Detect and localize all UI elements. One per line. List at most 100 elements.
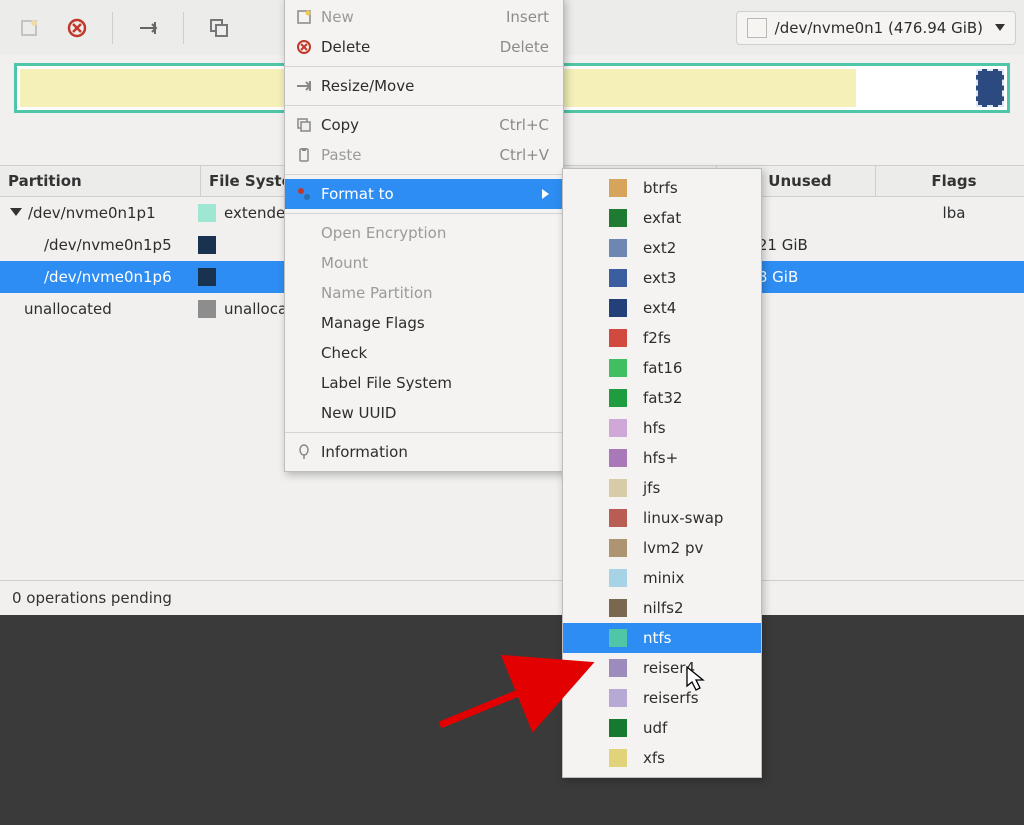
menu-mount: Mount [285,248,563,278]
fs-option-nilfs2[interactable]: nilfs2 [563,593,761,623]
menu-label: Paste [321,146,461,164]
fs-swatch [609,239,627,257]
fs-swatch [609,629,627,647]
fs-label: udf [643,719,667,737]
fs-option-ext3[interactable]: ext3 [563,263,761,293]
menu-label: Check [321,344,549,362]
fs-label: exfat [643,209,681,227]
fs-swatch [198,300,216,318]
header-partition[interactable]: Partition [0,165,201,197]
fs-option-hfs[interactable]: hfs [563,413,761,443]
menu-paste: PasteCtrl+V [285,140,563,170]
menu-label: Name Partition [321,284,549,302]
resize-icon [137,18,159,38]
fs-option-f2fs[interactable]: f2fs [563,323,761,353]
menu-new: NewInsert [285,2,563,32]
menu-delete[interactable]: DeleteDelete [285,32,563,62]
fs-label: minix [643,569,684,587]
format-to-submenu: btrfs exfat ext2 ext3 ext4 f2fs fat16 fat32 hfsh… [562,168,762,778]
menu-resize-move[interactable]: Resize/Move [285,71,563,101]
toolbar-delete-button[interactable] [56,7,98,49]
blank-icon [295,224,313,242]
fs-label: btrfs [643,179,678,197]
fs-label: ext2 [643,239,676,257]
fs-label: reiser4 [643,659,695,677]
fs-label: jfs [643,479,660,497]
fs-swatch [609,569,627,587]
fs-option-udf[interactable]: udf [563,713,761,743]
fs-label: xfs [643,749,665,767]
disk-icon [747,18,767,38]
fs-swatch [609,359,627,377]
fs-label: linux-swap [643,509,723,527]
menu-label: New [321,8,468,26]
partition-name: unallocated [24,300,112,318]
submenu-arrow-icon [542,189,549,199]
fs-option-fat16[interactable]: fat16 [563,353,761,383]
fs-option-fat32[interactable]: fat32 [563,383,761,413]
paste-icon [295,146,313,164]
menu-label: New UUID [321,404,549,422]
device-selector[interactable]: /dev/nvme0n1 (476.94 GiB) [736,11,1016,45]
disk-free-segment [856,69,972,107]
partition-context-menu: NewInsertDeleteDelete Resize/Move CopyCtrl… [284,0,564,472]
menu-information[interactable]: Information [285,437,563,467]
new-icon [295,8,313,26]
fs-option-exfat[interactable]: exfat [563,203,761,233]
fs-label: ntfs [643,629,671,647]
fs-swatch [198,236,216,254]
menu-check[interactable]: Check [285,338,563,368]
menu-new-uuid[interactable]: New UUID [285,398,563,428]
fs-swatch [609,389,627,407]
fs-swatch [609,689,627,707]
resize-icon [295,77,313,95]
fs-option-hfs-[interactable]: hfs+ [563,443,761,473]
fs-label: fat16 [643,359,682,377]
fs-option-xfs[interactable]: xfs [563,743,761,773]
fs-option-ext2[interactable]: ext2 [563,233,761,263]
fs-swatch [609,509,627,527]
menu-open-encryption: Open Encryption [285,218,563,248]
menu-name-partition: Name Partition [285,278,563,308]
fs-swatch [198,268,216,286]
fs-option-reiser4[interactable]: reiser4 [563,653,761,683]
fs-option-reiserfs[interactable]: reiserfs [563,683,761,713]
fs-label: ext4 [643,299,676,317]
blank-icon [295,404,313,422]
fs-label: fat32 [643,389,682,407]
menu-manage-flags[interactable]: Manage Flags [285,308,563,338]
partition-name: /dev/nvme0n1p1 [28,204,156,222]
fs-swatch [609,209,627,227]
menu-label: Manage Flags [321,314,549,332]
toolbar-new-button[interactable] [8,7,50,49]
partition-name: /dev/nvme0n1p5 [44,236,172,254]
toolbar-resize-button[interactable] [127,7,169,49]
delete-icon [66,17,88,39]
info-icon [295,443,313,461]
blank-icon [295,374,313,392]
toolbar-copy-button[interactable] [198,7,240,49]
delete-icon [295,38,313,56]
copy-icon [208,17,230,39]
fs-option-btrfs[interactable]: btrfs [563,173,761,203]
fs-swatch [609,329,627,347]
header-flags[interactable]: Flags [876,165,1024,197]
menu-label: Format to [321,185,534,203]
menu-label: Label File System [321,374,549,392]
fs-option-linux-swap[interactable]: linux-swap [563,503,761,533]
menu-label-file-system[interactable]: Label File System [285,368,563,398]
fs-option-minix[interactable]: minix [563,563,761,593]
fs-option-lvm2-pv[interactable]: lvm2 pv [563,533,761,563]
menu-label: Information [321,443,549,461]
fs-option-jfs[interactable]: jfs [563,473,761,503]
fs-swatch [609,659,627,677]
menu-format-to[interactable]: Format to [285,179,563,209]
menu-label: Open Encryption [321,224,549,242]
fs-option-ntfs[interactable]: ntfs [563,623,761,653]
expand-icon[interactable] [10,208,22,216]
menu-copy[interactable]: CopyCtrl+C [285,110,563,140]
fs-swatch [609,719,627,737]
copy-icon [295,116,313,134]
fs-option-ext4[interactable]: ext4 [563,293,761,323]
fs-swatch [609,299,627,317]
